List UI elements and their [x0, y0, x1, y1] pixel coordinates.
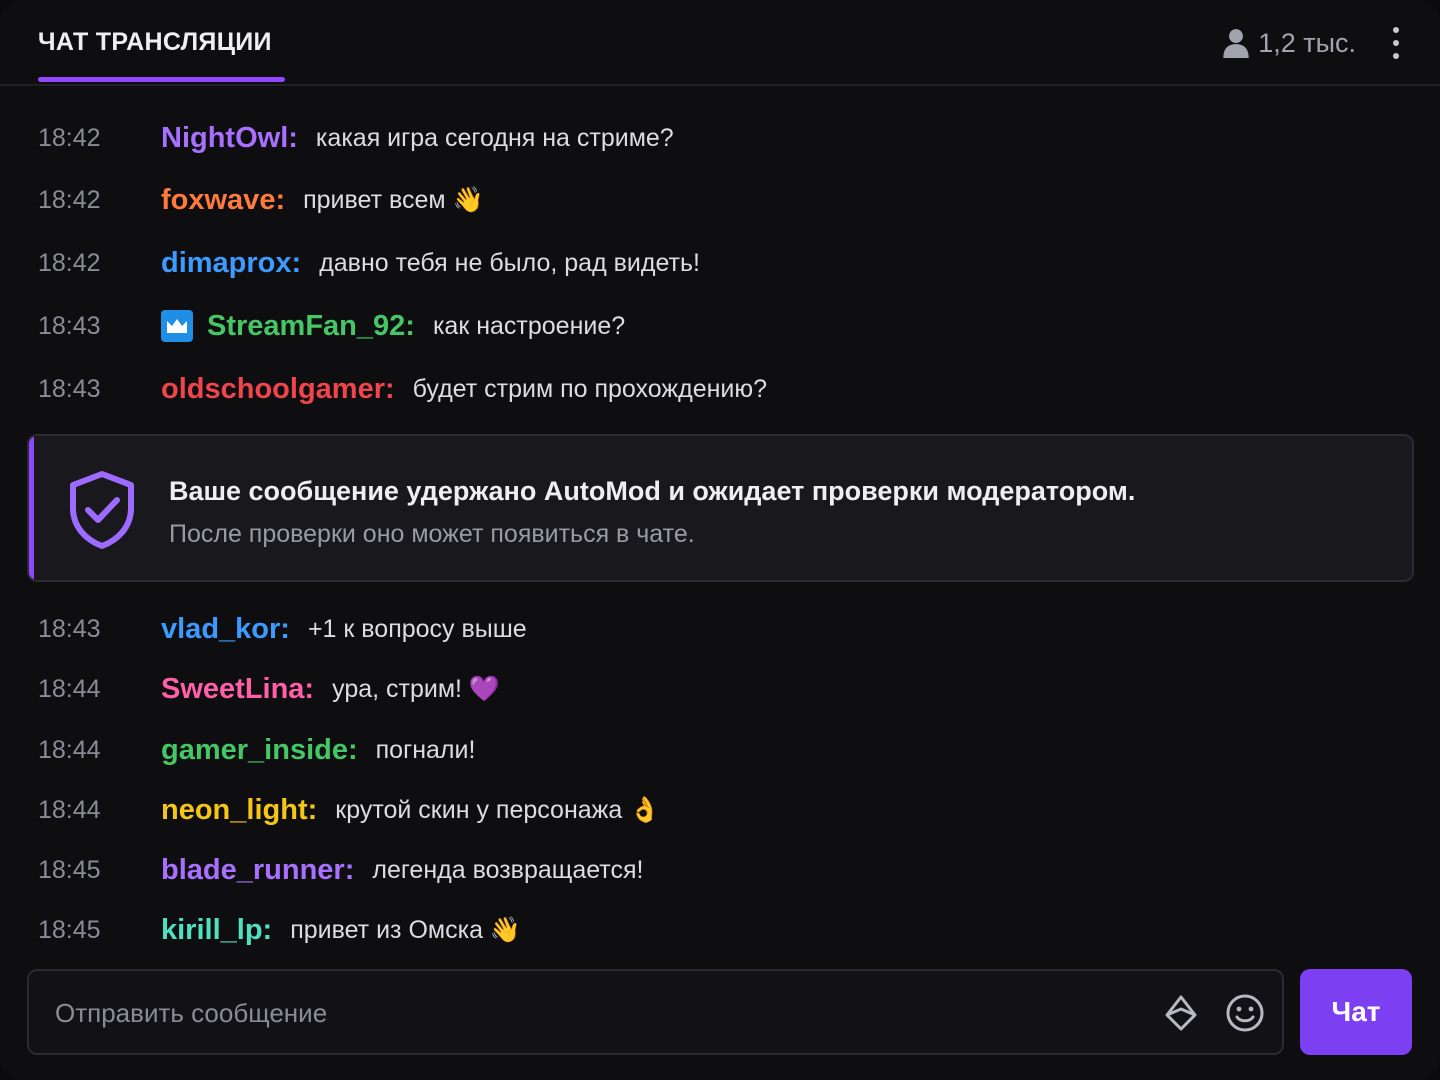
message-time: 18:44 — [38, 674, 101, 703]
message-username[interactable]: gamer_inside: — [161, 734, 358, 767]
more-options-button[interactable] — [1384, 24, 1408, 62]
crown-icon[interactable] — [161, 310, 193, 342]
chat-message: 18:43 StreamFan_92: как настроение? — [0, 304, 1440, 348]
chat-message: 18:43 oldschoolgamer: будет стрим по про… — [0, 367, 1440, 411]
message-time: 18:42 — [38, 185, 101, 214]
message-text: крутой скин у персонажа 👌 — [335, 795, 661, 824]
smiley-icon[interactable] — [1225, 993, 1265, 1033]
shield-check-icon — [70, 471, 134, 549]
message-text: погнали! — [375, 735, 476, 764]
chat-send-button[interactable]: Чат — [1300, 969, 1412, 1055]
message-text: какая игра сегодня на стриме? — [315, 123, 674, 152]
chat-message: 18:42 NightOwl: какая игра сегодня на ст… — [0, 116, 1440, 160]
chat-composer — [27, 969, 1284, 1055]
message-body: NightOwl: какая игра сегодня на стриме? — [161, 122, 674, 155]
chat-panel: ЧАТ ТРАНСЛЯЦИИ 1,2 тыс. 18:42 NightOwl: … — [0, 0, 1440, 1080]
message-username[interactable]: oldschoolgamer: — [161, 373, 395, 406]
chat-message: 18:42 foxwave: привет всем 👋 — [0, 178, 1440, 222]
chat-header: ЧАТ ТРАНСЛЯЦИИ 1,2 тыс. — [0, 0, 1440, 86]
chat-message: 18:45 kirill_lp: привет из Омска 👋 — [0, 908, 1440, 952]
user-icon — [1223, 29, 1249, 58]
message-text: легенда возвращается! — [372, 855, 644, 884]
message-time: 18:44 — [38, 795, 101, 824]
message-username[interactable]: neon_light: — [161, 794, 317, 827]
message-text: давно тебя не было, рад видеть! — [319, 248, 700, 277]
chat-title: ЧАТ ТРАНСЛЯЦИИ — [38, 28, 272, 56]
message-time: 18:43 — [38, 311, 101, 340]
more-dot — [1393, 40, 1399, 46]
message-time: 18:43 — [38, 374, 101, 403]
message-username[interactable]: dimaprox: — [161, 247, 301, 280]
message-body: StreamFan_92: как настроение? — [161, 310, 625, 343]
message-text: ура, стрим! 💜 — [332, 674, 501, 703]
message-time: 18:42 — [38, 123, 101, 152]
viewer-count-label: 1,2 тыс. — [1258, 27, 1356, 58]
message-text: привет из Омска 👋 — [290, 915, 522, 944]
chat-message: 18:42 dimaprox: давно тебя не было, рад … — [0, 241, 1440, 285]
message-username[interactable]: blade_runner: — [161, 854, 354, 887]
chat-message: 18:44 gamer_inside: погнали! — [0, 728, 1440, 772]
automod-subtitle: После проверки оно может появиться в чат… — [169, 520, 695, 548]
chat-message: 18:44 SweetLina: ура, стрим! 💜 — [0, 667, 1440, 711]
message-time: 18:44 — [38, 735, 101, 764]
chat-message-input[interactable] — [55, 993, 1135, 1033]
chat-message: 18:45 blade_runner: легенда возвращается… — [0, 848, 1440, 892]
message-body: foxwave: привет всем 👋 — [161, 184, 484, 217]
message-body: kirill_lp: привет из Омска 👋 — [161, 914, 521, 947]
viewer-count[interactable]: 1,2 тыс. — [1222, 26, 1356, 60]
automod-notice: Ваше сообщение удержано AutoMod и ожидае… — [27, 434, 1414, 582]
message-text: будет стрим по прохождению? — [412, 374, 768, 403]
message-username[interactable]: NightOwl: — [161, 122, 298, 155]
message-body: blade_runner: легенда возвращается! — [161, 854, 643, 887]
message-body: dimaprox: давно тебя не было, рад видеть… — [161, 247, 700, 280]
message-username[interactable]: StreamFan_92: — [207, 310, 415, 343]
message-time: 18:45 — [38, 915, 101, 944]
chat-message: 18:44 neon_light: крутой скин у персонаж… — [0, 788, 1440, 832]
message-username[interactable]: foxwave: — [161, 184, 285, 217]
bits-diamond-icon[interactable] — [1161, 993, 1201, 1033]
message-body: neon_light: крутой скин у персонажа 👌 — [161, 794, 660, 827]
automod-accent-bar — [29, 436, 34, 580]
message-body: oldschoolgamer: будет стрим по прохожден… — [161, 373, 767, 406]
message-body: SweetLina: ура, стрим! 💜 — [161, 673, 500, 706]
message-text: как настроение? — [432, 311, 626, 340]
message-time: 18:45 — [38, 855, 101, 884]
message-text: привет всем 👋 — [303, 185, 484, 214]
message-time: 18:42 — [38, 248, 101, 277]
message-text: +1 к вопросу выше — [307, 614, 527, 643]
message-body: gamer_inside: погнали! — [161, 734, 475, 767]
message-body: vlad_kor: +1 к вопросу выше — [161, 613, 527, 646]
more-vertical-icon — [1393, 27, 1399, 33]
message-username[interactable]: vlad_kor: — [161, 613, 290, 646]
active-tab-indicator — [38, 77, 285, 82]
automod-title: Ваше сообщение удержано AutoMod и ожидае… — [169, 476, 1136, 506]
message-time: 18:43 — [38, 614, 101, 643]
message-username[interactable]: SweetLina: — [161, 673, 314, 706]
chat-message: 18:43 vlad_kor: +1 к вопросу выше — [0, 607, 1440, 651]
message-username[interactable]: kirill_lp: — [161, 914, 272, 947]
more-dot — [1393, 53, 1399, 59]
